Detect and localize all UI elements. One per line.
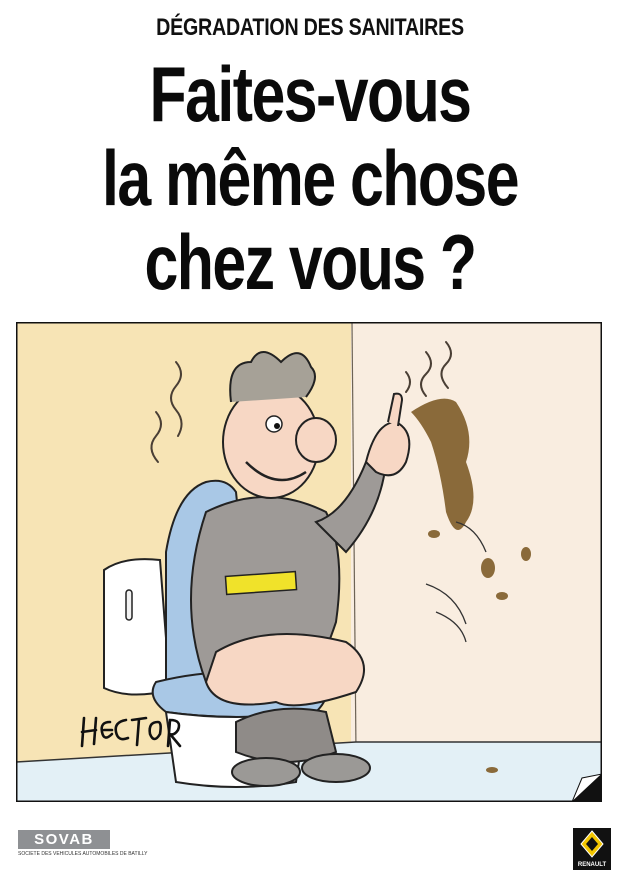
pants [235,707,338,763]
wall-right [351,322,602,762]
headline-line-1: Faites-vous [149,50,473,138]
nose [295,417,337,463]
headline-line-3: chez vous ? [144,218,477,306]
shoe-right [301,753,371,783]
renault-logo: RENAULT [573,828,611,870]
sovab-logo: SOVAB SOCIETE DES VEHICULES AUTOMOBILES … [18,830,148,862]
headline-line-2: la même chose [102,134,520,222]
legs [204,633,365,707]
renault-wordmark: RENAULT [577,862,607,868]
sovab-wordmark: SOVAB [18,830,110,849]
cartoon-illustration [16,322,602,802]
yellow-belt [224,570,298,596]
renault-diamond-icon [580,830,604,858]
sovab-tagline: SOCIETE DES VEHICULES AUTOMOBILES DE BAT… [18,851,148,857]
headline: Faites-vous la même chose chez vous ? [0,52,620,304]
shoe-left [231,757,301,787]
kicker-title: DÉGRADATION DES SANITAIRES [156,14,464,41]
